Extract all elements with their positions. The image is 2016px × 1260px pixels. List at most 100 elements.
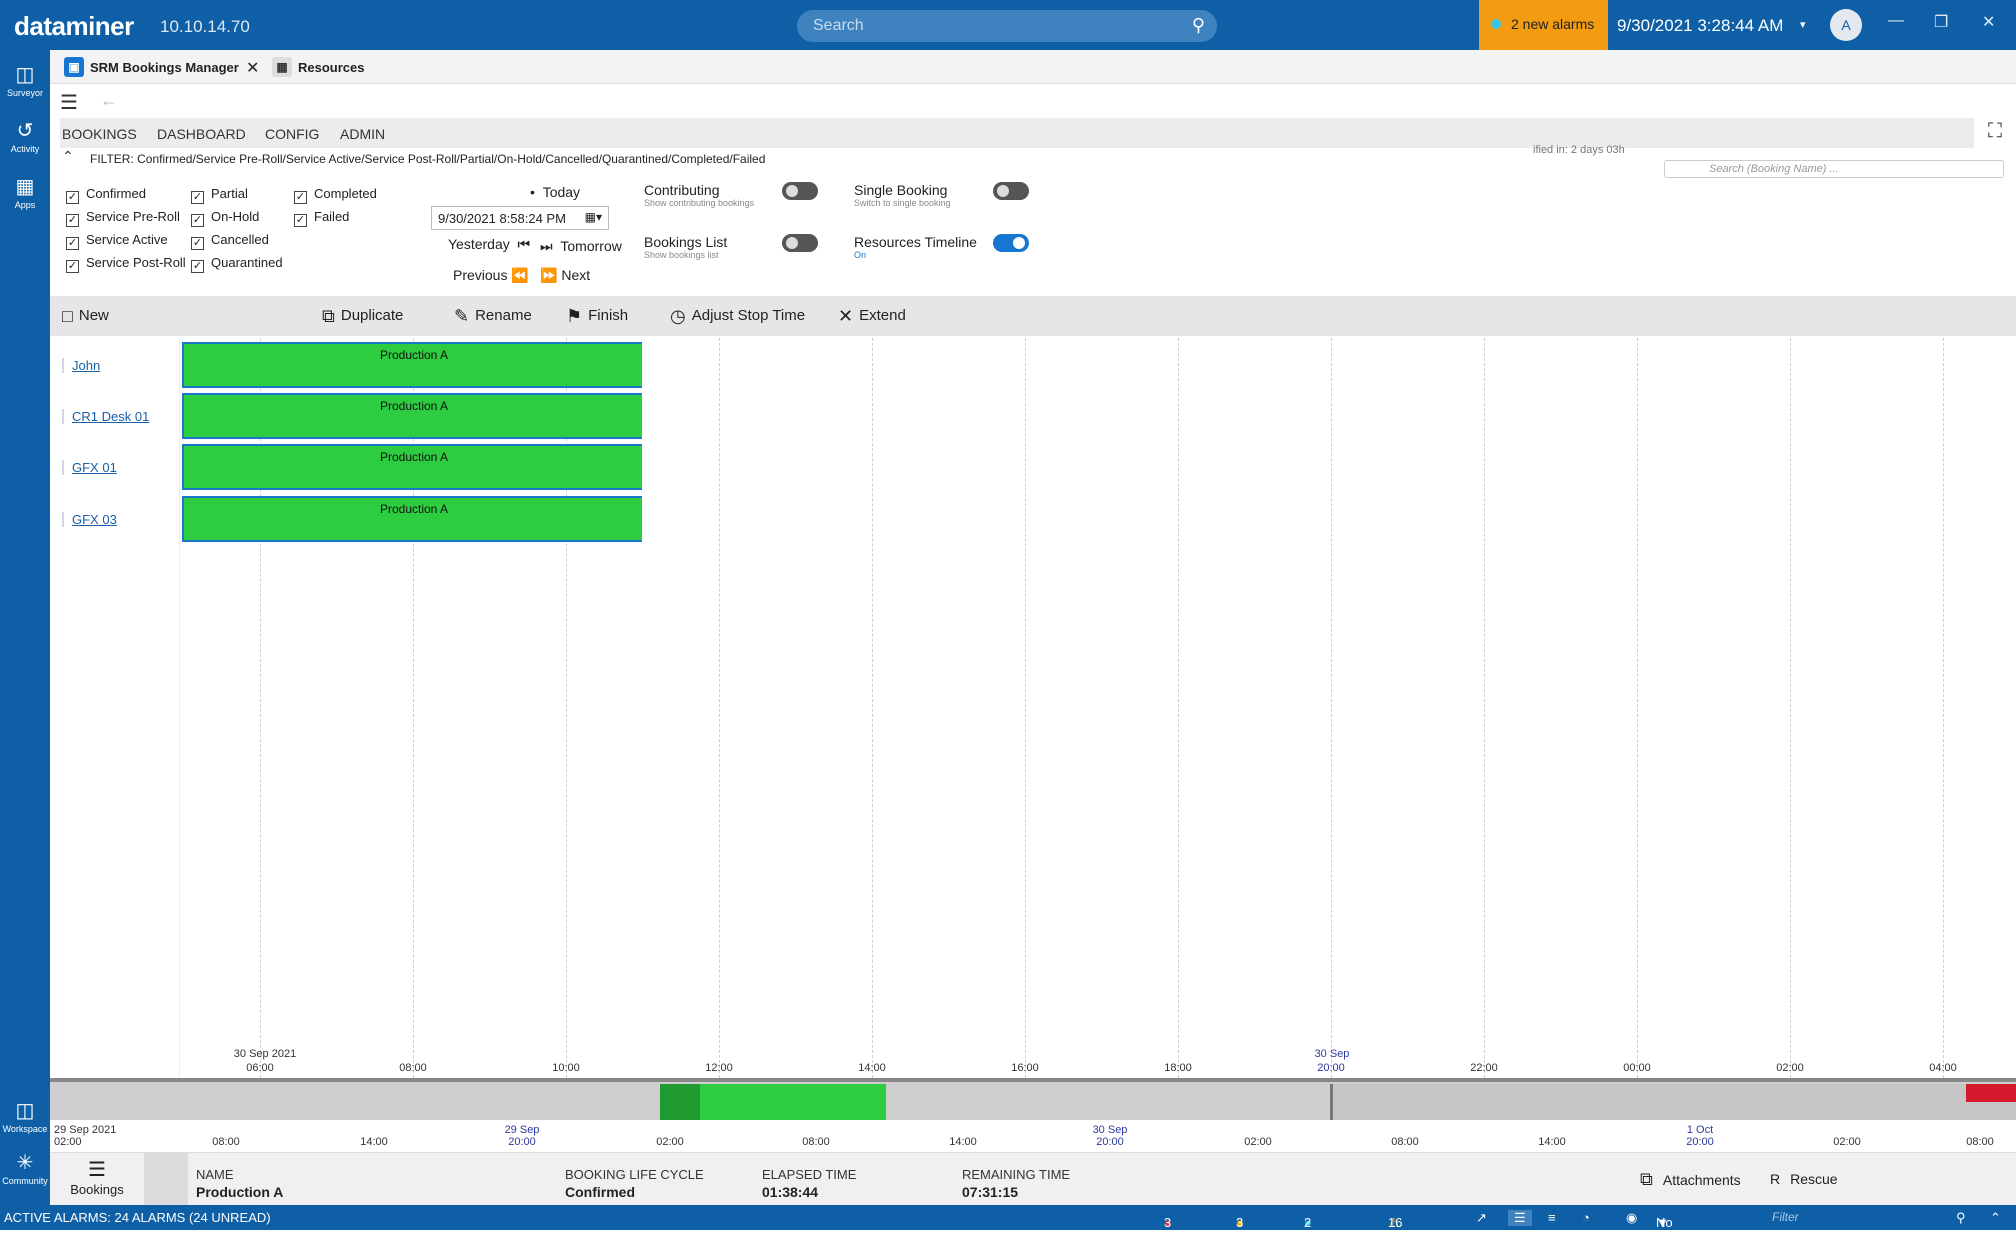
trend-icon[interactable]: ↗ (1476, 1210, 1487, 1226)
cb-cancelled[interactable]: ✓ Cancelled (191, 232, 269, 250)
contributing-toggle[interactable] (782, 182, 818, 200)
yesterday-button[interactable]: Yesterday ⏮ (448, 236, 530, 253)
tab-srm-bookings-manager[interactable]: ▣ SRM Bookings Manager ✕ (60, 56, 260, 78)
today-button[interactable]: • Today (530, 184, 580, 200)
cb-failed[interactable]: ✓ Failed (294, 209, 349, 227)
cb-completed[interactable]: ✓ Completed (294, 186, 377, 204)
rescue-icon: R (1770, 1171, 1781, 1187)
overview-ticks: 29 Sep 2021 02:00 08:00 14:00 29 Sep 20:00… (50, 1122, 2016, 1152)
booking-block[interactable]: Production A (182, 342, 642, 388)
resources-timeline-toggle[interactable] (993, 234, 1029, 252)
overview-range-handle[interactable] (660, 1084, 700, 1120)
timeline-tick: 12:00 (705, 1062, 733, 1074)
timeline-tick: 04:00 (1929, 1062, 1957, 1074)
gridline (1178, 338, 1179, 1078)
extend-button[interactable]: ✕ Extend (838, 306, 906, 327)
menu-dashboard[interactable]: DASHBOARD (157, 126, 246, 142)
gridline (872, 338, 873, 1078)
timeline-tick: 22:00 (1470, 1062, 1498, 1074)
apps-grid-icon: ▦ (15, 176, 35, 198)
cb-on-hold[interactable]: ✓ On-Hold (191, 209, 259, 227)
close-tab-icon[interactable]: ✕ (246, 58, 259, 78)
alarm-filter-input[interactable]: Filter (1768, 1208, 1968, 1226)
rescue-button[interactable]: R Rescue (1770, 1171, 1838, 1187)
fullscreen-icon[interactable]: ⛶ (1988, 120, 2002, 143)
timeline-tick: 02:00 (1776, 1062, 1804, 1074)
timeline-tick: 10:00 (552, 1062, 580, 1074)
cb-service-pre-roll[interactable]: ✓ Service Pre-Roll (66, 209, 180, 227)
timeline-tick: 14:00 (858, 1062, 886, 1074)
cb-quarantined[interactable]: ✓ Quarantined (191, 255, 283, 273)
close-icon[interactable]: ✕ (1982, 12, 1995, 32)
duplicate-button[interactable]: ⧉ Duplicate (322, 306, 403, 327)
booking-block[interactable]: Production A (182, 444, 642, 490)
list-view-icon[interactable]: ☰ (1508, 1210, 1532, 1226)
overview-alarm-marker (1966, 1084, 2016, 1102)
restore-icon[interactable]: ❐ (1934, 12, 1948, 32)
brand-logo: dataminer (14, 11, 134, 41)
rename-button[interactable]: ✎ Rename (454, 306, 532, 327)
checkmark-icon: ✓ (191, 191, 204, 204)
nav-community[interactable]: ✳ Community (0, 1150, 50, 1186)
timeline-marker-label: 30 Sep (1314, 1048, 1350, 1060)
new-document-icon: □ (62, 306, 73, 326)
menu-bookings[interactable]: BOOKINGS (62, 126, 137, 142)
previous-button[interactable]: Previous ⏪ (453, 267, 529, 284)
sort-icon[interactable]: ≡ (1548, 1210, 1556, 1225)
chevron-down-icon[interactable]: ▾ (1800, 18, 1806, 31)
global-search-input[interactable]: Search ⚲ (797, 10, 1217, 42)
clock: 9/30/2021 3:28:44 AM (1617, 16, 1784, 35)
overview-tick: 02:00 (1244, 1136, 1272, 1148)
contributing-sub: Show contributing bookings (644, 198, 755, 208)
next-button[interactable]: ⏩ Next (540, 267, 590, 284)
search-icon[interactable]: ⚲ (1956, 1210, 1966, 1226)
cb-confirmed[interactable]: ✓ Confirmed (66, 186, 146, 204)
rca-icon[interactable]: ◉ (1626, 1210, 1637, 1226)
back-arrow-icon[interactable]: ← (100, 90, 118, 111)
menu-admin[interactable]: ADMIN (340, 126, 385, 142)
booking-search-input[interactable]: Search (Booking Name) ... (1664, 160, 2004, 178)
calendar-icon[interactable]: ▦▾ (585, 210, 602, 224)
booking-block[interactable]: Production A (182, 393, 642, 439)
overview-tick: 1 Oct 20:00 (1686, 1124, 1714, 1148)
cb-service-active[interactable]: ✓ Service Active (66, 232, 168, 250)
new-button[interactable]: □ New (62, 306, 109, 327)
adjust-stop-time-button[interactable]: ◷ Adjust Stop Time (670, 306, 805, 327)
tab-resources[interactable]: ▦ Resources (268, 56, 398, 78)
avatar[interactable]: A (1830, 9, 1862, 41)
overview-tick: 08:00 (802, 1136, 830, 1148)
nav-activity[interactable]: ↺ Activity (0, 118, 50, 154)
minimize-icon[interactable]: — (1888, 12, 1904, 30)
search-icon[interactable]: ⚲ (1192, 15, 1205, 36)
timeline-overview[interactable] (50, 1078, 2016, 1120)
resource-cr1-desk-01[interactable]: CR1 Desk 01 (62, 409, 149, 424)
resource-gfx-01[interactable]: GFX 01 (62, 460, 117, 475)
timeline-date-label: 30 Sep 2021 (233, 1048, 297, 1060)
attachments-button[interactable]: ⧉ Attachments (1640, 1169, 1741, 1190)
pie-chart-icon[interactable]: ◔ (1582, 1210, 1590, 1225)
bookings-list-toggle[interactable] (782, 234, 818, 252)
menu-config[interactable]: CONFIG (265, 126, 319, 142)
chevron-up-icon[interactable]: ⌃ (1990, 1210, 2001, 1226)
collapse-chevron-icon[interactable]: ⌃ (62, 148, 74, 165)
active-alarms-text[interactable]: ACTIVE ALARMS: 24 ALARMS (24 UNREAD) (4, 1210, 271, 1225)
cb-partial[interactable]: ✓ Partial (191, 186, 248, 204)
nav-surveyor[interactable]: ◫ Surveyor (0, 62, 50, 98)
filter-summary: FILTER: Confirmed/Service Pre-Roll/Servi… (90, 152, 766, 166)
overview-tick: 29 Sep 2021 02:00 (54, 1124, 117, 1148)
bookings-panel-button[interactable]: ☰ Bookings (62, 1157, 132, 1197)
timeline-tick: 18:00 (1164, 1062, 1192, 1074)
date-picker[interactable]: 9/30/2021 8:58:24 PM ▦▾ (431, 206, 609, 230)
tab-strip: ▣ SRM Bookings Manager ✕ ▦ Resources (50, 50, 2016, 84)
overview-tick: 14:00 (360, 1136, 388, 1148)
cb-service-post-roll[interactable]: ✓ Service Post-Roll (66, 255, 186, 273)
resource-john[interactable]: John (62, 358, 100, 373)
nav-apps[interactable]: ▦ Apps (0, 174, 50, 210)
booking-block[interactable]: Production A (182, 496, 642, 542)
tomorrow-button[interactable]: ⏭ Tomorrow (540, 238, 622, 255)
finish-button[interactable]: ⚑ Finish (566, 306, 628, 327)
resource-gfx-03[interactable]: GFX 03 (62, 512, 117, 527)
new-alarms-button[interactable]: 2 new alarms (1479, 0, 1608, 50)
hamburger-menu-icon[interactable]: ☰ (60, 90, 78, 115)
single-booking-toggle[interactable] (993, 182, 1029, 200)
